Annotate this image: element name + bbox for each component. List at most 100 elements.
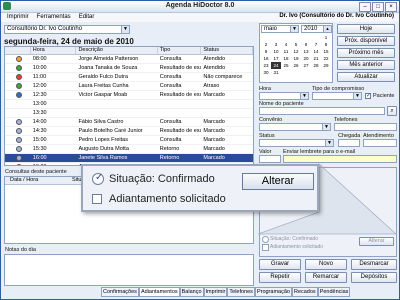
tab-adiantamentos[interactable]: Adiantamentos [138,287,180,297]
calendar-day[interactable]: 4 [281,41,291,48]
hoje-button[interactable]: Hoje [337,24,395,34]
chevron-down-icon[interactable]: ▼ [353,93,361,99]
col-header-data-hora[interactable]: Data / Hora [5,177,70,184]
calendar-day[interactable]: 21 [311,55,321,62]
menu-imprimir[interactable]: Imprimir [7,13,29,22]
mini-situacao-radio[interactable] [262,236,269,243]
tab-programacao[interactable]: Programação [254,287,292,297]
table-row[interactable]: 12:00 Laura Freitas Cunha Consulta Atraso [5,82,253,91]
calendar-day[interactable]: 17 [271,55,281,62]
table-row[interactable]: 16:00 Janete Silva Ramos Retorno Marcado [5,154,253,163]
table-row[interactable]: 08:00 Jorge Almeida Patterson Consulta Aten… [5,55,253,64]
calendar-day[interactable]: 25 [281,62,291,69]
table-row[interactable]: 10:00 Joana Tanaka de Souza Resultado de e… [5,64,253,73]
mes-anterior-button[interactable]: Mês anterior [337,60,395,70]
atualizar-button[interactable]: Atualizar [337,72,395,82]
calendar-day[interactable]: 1 [321,34,331,41]
hora-select[interactable]: ▼ [259,92,309,100]
month-select[interactable]: maio ▼ [261,25,299,33]
col-header-status-text[interactable]: Status [201,47,253,54]
chegada-input[interactable] [338,139,360,147]
situacao-radio[interactable] [92,172,104,185]
tab-imprimir[interactable]: Imprimir [203,287,228,297]
spinner-icon[interactable]: ▴ [323,26,331,32]
paciente-checkbox[interactable] [365,92,371,99]
maximize-icon[interactable]: □ [372,2,384,12]
calendar-day[interactable]: 12 [291,48,301,55]
calendar-day[interactable]: 26 [291,62,301,69]
calendar-day[interactable]: 30 [261,69,271,76]
table-row[interactable]: 11:00 Geraldo Fulco Dutra Consulta Não comp… [5,73,253,82]
calendar-day[interactable]: 3 [271,41,281,48]
tab-telefones[interactable]: Telefones [227,287,255,297]
table-row[interactable]: 15:00 Pedro Lopes Freitas Consulta Marcado [5,136,253,145]
table-row[interactable]: 14:30 Paulo Botelho Caré Junior Resultado … [5,127,253,136]
calendar-day[interactable]: 2 [261,41,271,48]
adiantamento-checkbox[interactable] [92,194,102,204]
status-select[interactable]: ▼ [259,139,334,147]
col-header-descricao[interactable]: Descrição [76,47,158,54]
calendar-day[interactable]: 7 [311,41,321,48]
calendar-day[interactable]: 13 [301,48,311,55]
tab-pendencias[interactable]: Pendências [317,287,351,297]
calendar-day[interactable]: 6 [301,41,311,48]
col-header-status[interactable] [5,47,31,54]
year-select[interactable]: 2010 ▴ [301,25,332,33]
chevron-down-icon[interactable]: ▼ [325,140,333,146]
calendar-day[interactable]: 29 [321,62,331,69]
calendar-day[interactable]: 18 [281,55,291,62]
desmarcar-button[interactable]: Desmarcar [351,259,397,270]
chevron-down-icon[interactable]: ▼ [290,26,298,32]
atendimento-input[interactable] [363,139,397,147]
nome-input[interactable] [259,107,385,115]
table-row[interactable]: 13:30 [5,109,253,118]
calendar-day[interactable]: 16 [261,55,271,62]
remarcar-button[interactable]: Remarcar [305,272,347,283]
menu-editar[interactable]: Editar [79,13,95,22]
chevron-down-icon[interactable]: ▼ [300,93,308,99]
calendar-day[interactable]: 15 [321,48,331,55]
mini-alterar-button[interactable]: Alterar [359,237,394,246]
chevron-down-icon[interactable]: ▼ [322,124,330,130]
table-row[interactable]: 13:00 [5,100,253,109]
calendar-day[interactable]: 24 [271,62,281,69]
table-row[interactable]: 14:00 Fábio Silva Castro Consulta Marcado [5,118,253,127]
calendar-day[interactable]: 10 [271,48,281,55]
lembrete-input[interactable] [283,155,397,163]
col-header-tipo[interactable]: Tipo [158,47,202,54]
col-header-hora[interactable]: Hora [31,47,77,54]
calendar-day[interactable]: 27 [301,62,311,69]
calendar-day[interactable]: 5 [291,41,301,48]
notas-textarea[interactable] [4,254,254,286]
depositos-button[interactable]: Depósitos [351,272,397,283]
novo-button[interactable]: Novo [305,259,347,270]
calendar-day[interactable]: 11 [281,48,291,55]
mini-adiantamento-checkbox[interactable] [262,244,269,251]
tab-recados[interactable]: Recados [291,287,318,297]
repetir-button[interactable]: Repetir [259,272,301,283]
proximo-disponivel-button[interactable]: Próx. disponível [337,36,395,46]
telefones-input[interactable] [334,123,397,131]
convenio-select[interactable]: ▼ [259,123,331,131]
proximo-mes-button[interactable]: Próximo mês [337,48,395,58]
chevron-down-icon[interactable]: ▼ [121,26,129,33]
calendar-day[interactable]: 20 [301,55,311,62]
calendar-day[interactable]: 22 [321,55,331,62]
alterar-button[interactable]: Alterar [242,173,314,190]
valor-input[interactable] [259,155,281,163]
gravar-button[interactable]: Gravar [259,259,301,270]
tipo-select[interactable]: ▼ [312,92,362,100]
tab-confirmacoes[interactable]: Confirmações [101,287,139,297]
doctor-select[interactable]: Consultório Dr. Ivo Coutinho ▼ [4,25,130,34]
close-icon[interactable]: × [385,2,397,12]
calendar-day[interactable]: 31 [271,69,281,76]
calendar-day[interactable]: 8 [321,41,331,48]
calendar-day[interactable]: 9 [261,48,271,55]
calendar-day[interactable]: 23 [261,62,271,69]
search-button[interactable]: ⌕ [387,106,397,116]
menu-ferramentas[interactable]: Ferramentas [37,13,71,22]
table-row[interactable]: 15:30 Augusto Dutra Motta Retorno Marcado [5,145,253,154]
calendar-day[interactable]: 28 [311,62,321,69]
table-row[interactable]: 12:30 Victor Gaspar Moab Resultado de exa M… [5,91,253,100]
minimize-icon[interactable]: – [359,2,371,12]
